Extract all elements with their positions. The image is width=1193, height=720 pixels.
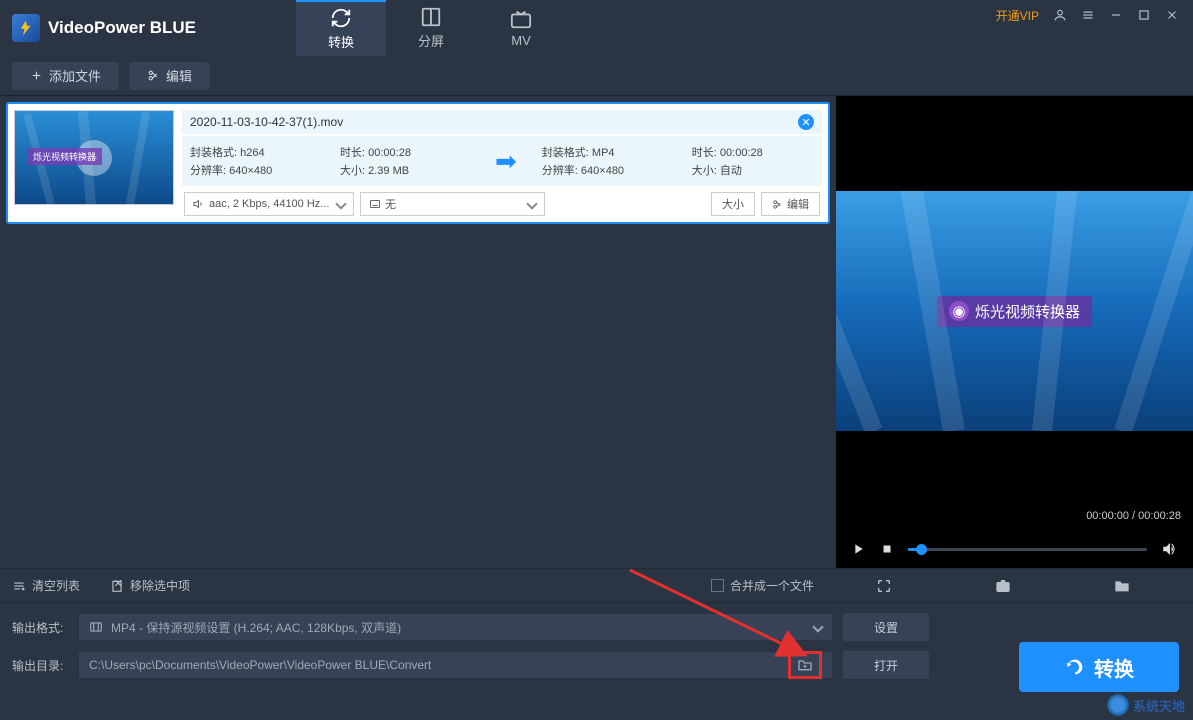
volume-icon[interactable] <box>1161 540 1179 558</box>
logo-area: VideoPower BLUE <box>12 14 196 42</box>
tab-split-label: 分屏 <box>418 31 444 50</box>
file-header: 2020-11-03-10-42-37(1).mov ✕ <box>182 110 822 134</box>
play-button[interactable] <box>850 541 866 557</box>
open-button[interactable]: 打开 <box>843 651 929 679</box>
output-dir-label: 输出目录: <box>12 657 68 674</box>
folder-icon[interactable] <box>1114 578 1130 594</box>
minimize-button[interactable] <box>1109 8 1123 22</box>
checkbox-icon <box>711 579 724 592</box>
video-format-icon <box>89 620 103 634</box>
lower-bar: 清空列表 移除选中项 合并成一个文件 <box>0 568 1193 602</box>
file-list-pane: 烁光视频转换器 2020-11-03-10-42-37(1).mov ✕ 封装格… <box>0 96 836 568</box>
close-button[interactable] <box>1165 8 1179 22</box>
file-info: 2020-11-03-10-42-37(1).mov ✕ 封装格式: h264 … <box>182 110 822 216</box>
stop-button[interactable] <box>880 542 894 556</box>
dst-meta-2: 时长: 00:00:28 大小: 自动 <box>692 142 763 180</box>
browse-folder-icon[interactable] <box>797 657 813 673</box>
watermark-systemworld: 系统天地 <box>1107 694 1185 716</box>
remove-selected-button[interactable]: 移除选中项 <box>110 577 190 594</box>
seek-bar[interactable] <box>908 548 1147 551</box>
camera-icon[interactable] <box>995 578 1011 594</box>
merge-checkbox[interactable]: 合并成一个文件 <box>711 577 814 594</box>
file-card[interactable]: 烁光视频转换器 2020-11-03-10-42-37(1).mov ✕ 封装格… <box>6 102 830 224</box>
main-area: 烁光视频转换器 2020-11-03-10-42-37(1).mov ✕ 封装格… <box>0 96 1193 568</box>
app-logo-icon <box>12 14 40 42</box>
tab-convert[interactable]: 转换 <box>296 0 386 56</box>
window-controls: 开通VIP <box>982 0 1193 30</box>
remove-file-button[interactable]: ✕ <box>798 114 814 130</box>
tab-split[interactable]: 分屏 <box>386 0 476 56</box>
tab-mv-label: MV <box>511 33 531 48</box>
output-format-label: 输出格式: <box>12 619 68 636</box>
convert-button[interactable]: 转换 <box>1019 642 1179 692</box>
vip-link[interactable]: 开通VIP <box>996 7 1039 24</box>
preview-toolbar <box>824 578 1181 594</box>
user-icon[interactable] <box>1053 8 1067 22</box>
tab-mv[interactable]: MV <box>476 0 566 56</box>
main-tabs: 转换 分屏 MV <box>296 0 566 56</box>
edit-label: 编辑 <box>166 66 192 85</box>
subtitle-dropdown[interactable]: 无 <box>360 192 545 216</box>
output-section: 输出格式: MP4 - 保持源视频设置 (H.264; AAC, 128Kbps… <box>0 602 1193 699</box>
add-file-button[interactable]: 添加文件 <box>12 62 119 90</box>
tab-convert-label: 转换 <box>328 32 354 51</box>
dst-meta-1: 封装格式: MP4 分辨率: 640×480 <box>542 142 692 180</box>
file-name: 2020-11-03-10-42-37(1).mov <box>190 115 343 129</box>
preview-image: ◉ 烁光视频转换器 <box>836 191 1193 431</box>
file-thumbnail[interactable]: 烁光视频转换器 <box>14 110 174 205</box>
thumb-badge: 烁光视频转换器 <box>27 148 102 165</box>
toolbar: 添加文件 编辑 <box>0 56 1193 96</box>
output-format-dropdown[interactable]: MP4 - 保持源视频设置 (H.264; AAC, 128Kbps, 双声道) <box>78 613 833 641</box>
player-controls <box>836 540 1193 558</box>
clear-list-button[interactable]: 清空列表 <box>12 577 80 594</box>
file-meta-row: 封装格式: h264 分辨率: 640×480 时长: 00:00:28 大小:… <box>182 136 822 186</box>
add-file-label: 添加文件 <box>49 66 101 85</box>
gear-icon <box>1107 694 1129 716</box>
preview-pane: ◉ 烁光视频转换器 00:00:00 / 00:00:28 <box>836 96 1193 568</box>
src-meta-2: 时长: 00:00:28 大小: 2.39 MB <box>340 142 470 180</box>
src-meta-1: 封装格式: h264 分辨率: 640×480 <box>190 142 340 180</box>
file-controls-row: aac, 2 Kbps, 44100 Hz... 无 大小 编辑 <box>182 192 822 216</box>
app-title: VideoPower BLUE <box>48 18 196 38</box>
maximize-button[interactable] <box>1137 8 1151 22</box>
output-dir-row: 输出目录: C:\Users\pc\Documents\VideoPower\V… <box>12 651 1181 679</box>
arrow-icon: ➡ <box>495 146 517 177</box>
output-dir-field[interactable]: C:\Users\pc\Documents\VideoPower\VideoPo… <box>78 651 833 679</box>
audio-dropdown[interactable]: aac, 2 Kbps, 44100 Hz... <box>184 192 354 216</box>
file-edit-button[interactable]: 编辑 <box>761 192 820 216</box>
settings-button[interactable]: 设置 <box>843 613 929 641</box>
menu-icon[interactable] <box>1081 8 1095 22</box>
titlebar: VideoPower BLUE 转换 分屏 MV 开通VIP <box>0 0 1193 56</box>
size-button[interactable]: 大小 <box>711 192 755 216</box>
edit-button[interactable]: 编辑 <box>129 62 210 90</box>
fullscreen-icon[interactable] <box>876 578 892 594</box>
output-format-row: 输出格式: MP4 - 保持源视频设置 (H.264; AAC, 128Kbps… <box>12 613 1181 641</box>
time-display: 00:00:00 / 00:00:28 <box>1086 510 1181 522</box>
browse-folder-highlight <box>788 651 822 679</box>
